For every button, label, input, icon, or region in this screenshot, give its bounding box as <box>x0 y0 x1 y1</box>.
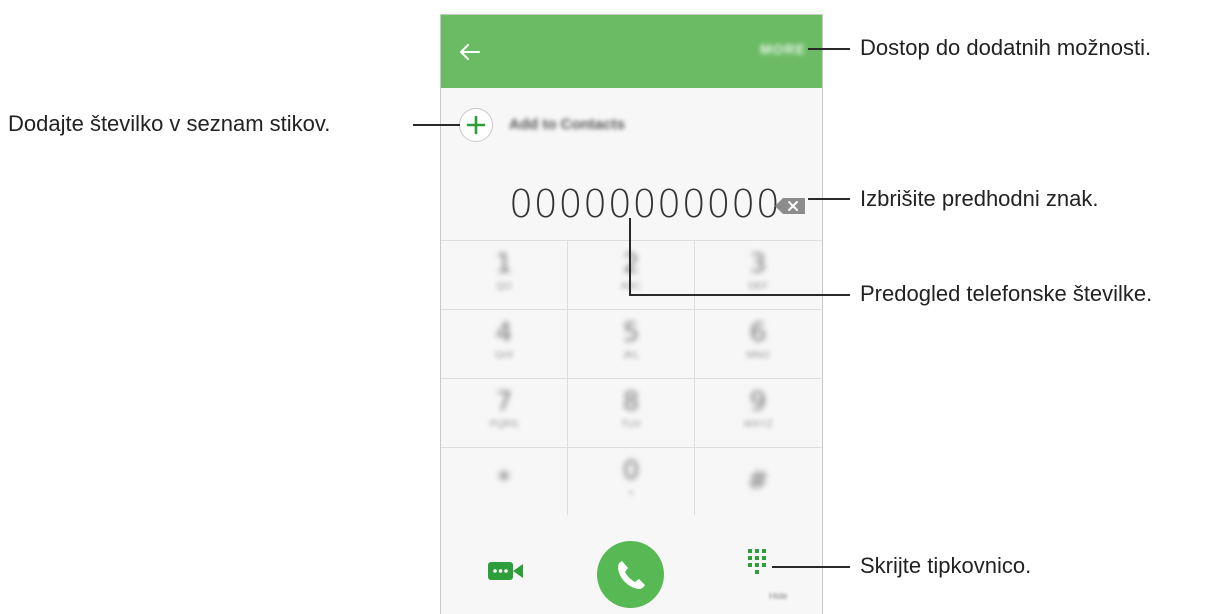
add-contact-label: Add to Contacts <box>509 116 625 133</box>
key-letters: PQRS <box>489 419 519 430</box>
key-digit: 7 <box>495 387 513 417</box>
key-letters: ABC <box>620 281 642 292</box>
dialpad-icon[interactable] <box>746 547 770 587</box>
key-letters: DEF <box>748 281 768 292</box>
back-arrow-icon[interactable] <box>459 41 481 63</box>
key-digit: 3 <box>749 249 767 279</box>
call-button[interactable] <box>597 541 664 608</box>
key-letters: GHI <box>495 350 513 361</box>
callout-delete-char: Izbrišite predhodni znak. <box>860 186 1099 211</box>
key-3[interactable]: 3 DEF <box>695 241 821 310</box>
key-hash[interactable]: # <box>695 448 821 517</box>
key-digit: 9 <box>749 387 767 417</box>
key-letters: WXYZ <box>743 419 773 430</box>
callout-preview: Predogled telefonske številke. <box>860 281 1153 306</box>
key-letters: MNO <box>746 350 770 361</box>
key-star[interactable]: * <box>441 448 568 517</box>
callout-add-contact: Dodajte številko v seznam stikov. <box>8 111 331 136</box>
key-letters: JKL <box>622 350 640 361</box>
key-letters: + <box>628 488 634 499</box>
video-call-icon[interactable] <box>487 559 525 583</box>
callout-line-preview-vertical <box>629 218 631 296</box>
callout-line-preview <box>629 294 850 296</box>
key-digit: 8 <box>622 387 640 417</box>
key-2[interactable]: 2 ABC <box>568 241 695 310</box>
call-actions-bar: Hide <box>441 515 822 614</box>
key-6[interactable]: 6 MNO <box>695 310 821 379</box>
callout-line-delete <box>808 198 850 200</box>
key-digit: 1 <box>495 249 513 279</box>
key-0[interactable]: 0 + <box>568 448 695 517</box>
key-5[interactable]: 5 JKL <box>568 310 695 379</box>
key-digit: 4 <box>495 318 513 348</box>
callout-line-more <box>808 48 850 50</box>
callout-line-add <box>413 124 460 126</box>
phone-screen: MORE Add to Contacts 00000000000 1 QO 2 … <box>440 14 823 614</box>
key-digit: * <box>497 466 511 496</box>
key-7[interactable]: 7 PQRS <box>441 379 568 448</box>
key-digit: 6 <box>749 318 767 348</box>
key-digit: 2 <box>568 249 694 279</box>
key-digit: # <box>747 466 769 496</box>
callout-hide-keypad: Skrijte tipkovnico. <box>860 553 1032 578</box>
more-button[interactable]: MORE <box>760 41 806 57</box>
key-1[interactable]: 1 QO <box>441 241 568 310</box>
key-letters: QO <box>496 281 512 292</box>
key-8[interactable]: 8 TUV <box>568 379 695 448</box>
backspace-icon[interactable] <box>773 196 807 216</box>
key-digit: 5 <box>622 318 640 348</box>
plus-icon <box>466 115 486 135</box>
add-to-contacts-row[interactable]: Add to Contacts <box>441 88 822 179</box>
callout-line-hide <box>772 566 850 568</box>
key-digit: 0 <box>622 456 640 486</box>
key-9[interactable]: 9 WXYZ <box>695 379 821 448</box>
add-contact-button[interactable] <box>459 108 493 142</box>
hide-keypad-label: Hide <box>769 591 788 601</box>
key-4[interactable]: 4 GHI <box>441 310 568 379</box>
number-display: 00000000000 <box>441 178 822 241</box>
phone-number-text: 00000000000 <box>509 182 781 226</box>
callout-more-options: Dostop do dodatnih možnosti. <box>860 35 1152 60</box>
app-bar: MORE <box>441 15 822 88</box>
phone-icon <box>618 561 645 589</box>
key-letters: TUV <box>621 419 641 430</box>
